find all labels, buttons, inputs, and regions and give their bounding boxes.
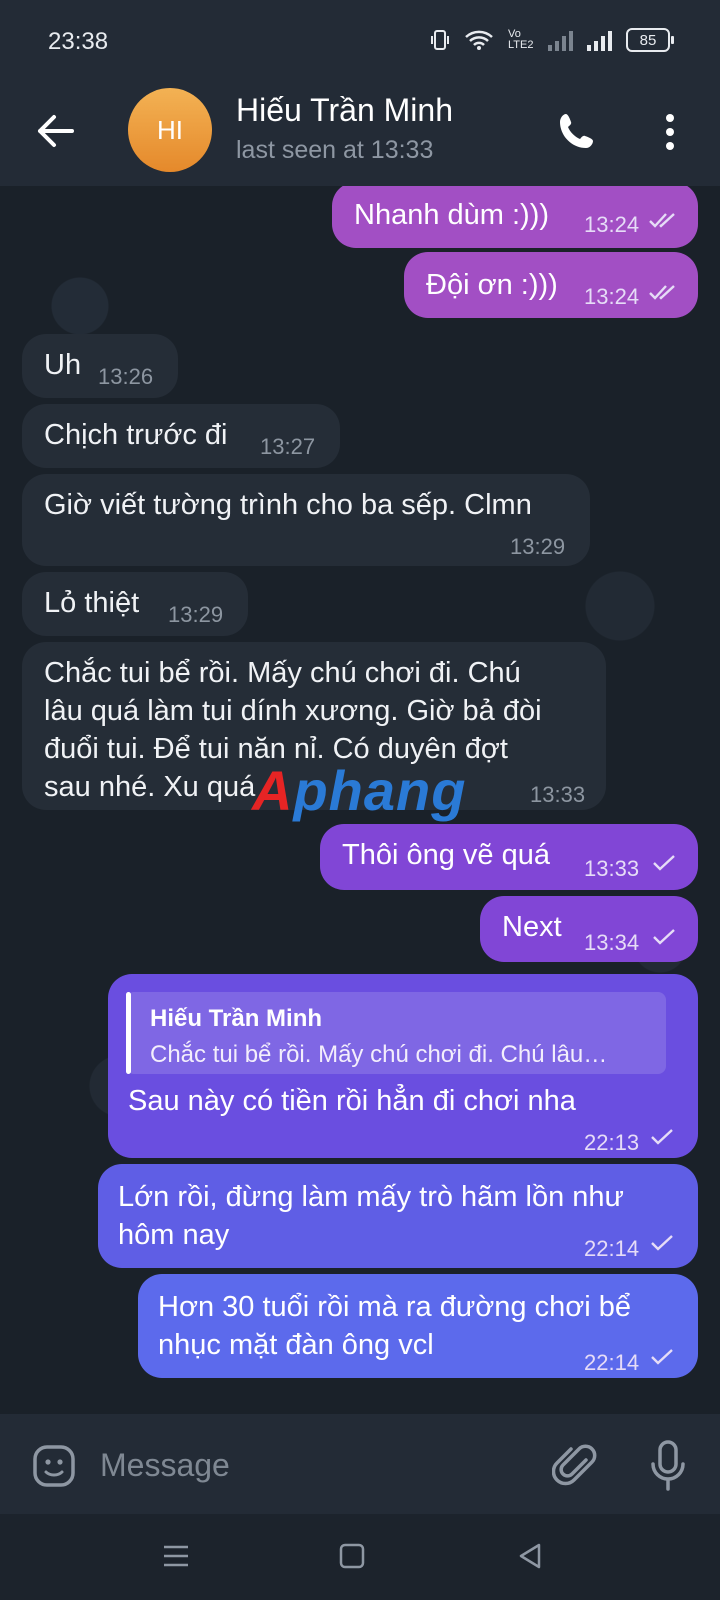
message-text-line: hôm nay (118, 1219, 230, 1251)
message-incoming[interactable]: Giờ viết tường trình cho ba sếp. Clmn 13… (22, 474, 590, 566)
phone-icon[interactable] (552, 108, 600, 156)
message-text: Lỏ thiệt (44, 587, 140, 619)
sticker-emoji-icon[interactable] (30, 1442, 78, 1490)
message-text-line: lâu quá làm tui dính xương. Giờ bả đòi (44, 695, 542, 727)
message-time: 13:24 (584, 212, 640, 237)
check-icon (653, 855, 675, 871)
status-bar: 23:38 Vo LTE2 85 (0, 0, 720, 80)
message-time: 13:27 (260, 434, 316, 459)
message-outgoing[interactable]: Nhanh dùm :))) 13:24 (332, 186, 698, 248)
vibrate-icon (431, 30, 449, 50)
reply-quote[interactable]: Hiếu Trần Minh Chắc tui bể rồi. Mấy chú … (126, 992, 666, 1074)
contact-last-seen: last seen at 13:33 (236, 136, 434, 164)
signal-icon-sim1 (548, 29, 573, 51)
message-text: Next (502, 911, 562, 943)
status-time: 23:38 (48, 28, 109, 55)
message-text: Thôi ông vẽ quá (342, 839, 550, 871)
message-text: Nhanh dùm :))) (354, 199, 550, 231)
check-icon (653, 929, 675, 945)
message-text: Chịch trước đi (44, 419, 228, 451)
message-text-line: Lớn rồi, đừng làm mấy trò hãm lồn như (118, 1181, 624, 1213)
double-check-icon (649, 213, 675, 228)
message-time: 22:13 (584, 1130, 640, 1155)
message-time: 13:33 (530, 782, 586, 807)
message-outgoing[interactable]: Next 13:34 (480, 896, 698, 962)
paperclip-icon[interactable] (552, 1440, 600, 1492)
message-text-line: Chắc tui bể rồi. Mấy chú chơi đi. Chú (44, 657, 521, 689)
message-outgoing[interactable]: Đội ơn :))) 13:24 (404, 252, 698, 318)
message-text: Sau này có tiền rồi hẳn đi chơi nha (128, 1085, 576, 1117)
home-icon[interactable] (336, 1540, 368, 1572)
avatar[interactable]: HI (128, 88, 212, 172)
chat-header: HI Hiếu Trần Minh last seen at 13:33 (0, 80, 720, 186)
message-outgoing[interactable]: Lớn rồi, đừng làm mấy trò hãm lồn như hô… (98, 1164, 698, 1268)
reply-author: Hiếu Trần Minh (150, 1005, 323, 1032)
message-time: 13:34 (584, 930, 640, 955)
message-incoming[interactable]: Chịch trước đi 13:27 (22, 404, 340, 468)
microphone-icon[interactable] (648, 1438, 688, 1494)
chat-area[interactable]: Nhanh dùm :))) 13:24 Đội ơn :))) 13:24 U… (0, 186, 720, 1414)
message-outgoing[interactable]: Thôi ông vẽ quá 13:33 (320, 824, 698, 890)
message-input[interactable] (98, 1438, 522, 1492)
message-text-line: Hơn 30 tuổi rồi mà ra đường chơi bể (158, 1291, 632, 1323)
message-outgoing[interactable]: Hơn 30 tuổi rồi mà ra đường chơi bể nhục… (138, 1274, 698, 1378)
message-time: 22:14 (584, 1350, 640, 1375)
reply-bar (126, 992, 131, 1074)
message-outgoing-reply[interactable]: Hiếu Trần Minh Chắc tui bể rồi. Mấy chú … (108, 974, 698, 1158)
message-time: 22:14 (584, 1236, 640, 1261)
message-text: Đội ơn :))) (426, 269, 558, 301)
recent-apps-icon[interactable] (160, 1540, 192, 1572)
back-triangle-icon[interactable] (514, 1540, 546, 1572)
system-nav-bar (0, 1514, 720, 1600)
volte-label: Vo LTE2 (508, 28, 534, 51)
contact-name[interactable]: Hiếu Trần Minh (236, 92, 453, 129)
message-time: 13:29 (510, 534, 566, 559)
signal-icon-sim2 (587, 29, 612, 51)
more-vertical-icon[interactable] (652, 108, 688, 156)
check-icon (651, 1235, 673, 1251)
check-icon (651, 1349, 673, 1365)
message-time: 13:33 (584, 856, 640, 881)
message-time: 13:26 (98, 364, 154, 389)
battery-icon: 85 (626, 28, 674, 52)
double-check-icon (649, 285, 675, 300)
message-time: 13:29 (168, 602, 224, 627)
back-arrow-icon[interactable] (32, 108, 78, 154)
status-icons: Vo LTE2 85 (430, 28, 674, 52)
battery-level: 85 (639, 31, 657, 49)
message-text: Giờ viết tường trình cho ba sếp. Clmn (44, 489, 532, 521)
message-composer (0, 1414, 720, 1514)
message-text-line: nhục mặt đàn ông vcl (158, 1329, 434, 1361)
message-text-line: đuổi tui. Để tui năn nỉ. Có duyên đợt (44, 733, 508, 765)
message-text-line: sau nhé. Xu quá (44, 771, 256, 803)
check-icon (651, 1129, 673, 1145)
message-incoming[interactable]: Chắc tui bể rồi. Mấy chú chơi đi. Chú lâ… (22, 642, 606, 810)
message-incoming[interactable]: Uh 13:26 (22, 334, 178, 398)
message-incoming[interactable]: Lỏ thiệt 13:29 (22, 572, 248, 636)
reply-snippet: Chắc tui bể rồi. Mấy chú chơi đi. Chú lâ… (150, 1041, 608, 1068)
message-time: 13:24 (584, 284, 640, 309)
wifi-icon (465, 30, 493, 50)
message-text: Uh (44, 349, 82, 381)
